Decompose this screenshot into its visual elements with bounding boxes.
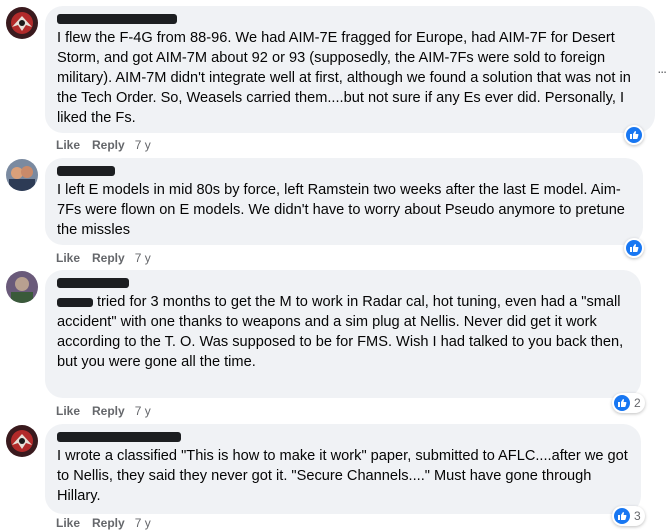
comment-actions: Like Reply 7 y bbox=[56, 251, 163, 265]
avatar-image bbox=[6, 159, 38, 191]
thumbs-up-icon bbox=[614, 395, 630, 411]
like-link[interactable]: Like bbox=[56, 404, 80, 418]
author-name-redacted[interactable] bbox=[57, 14, 177, 24]
avatar[interactable] bbox=[6, 159, 38, 191]
avatar-image bbox=[6, 7, 38, 39]
comment-text: I wrote a classified "This is how to mak… bbox=[57, 448, 628, 504]
reply-link[interactable]: Reply bbox=[92, 251, 125, 265]
like-link[interactable]: Like bbox=[56, 251, 80, 265]
reply-link[interactable]: Reply bbox=[92, 138, 125, 152]
comment-bubble: I left E models in mid 80s by force, lef… bbox=[45, 158, 643, 245]
reply-link[interactable]: Reply bbox=[92, 404, 125, 418]
avatar[interactable] bbox=[6, 271, 38, 303]
author-name-redacted[interactable] bbox=[57, 432, 181, 442]
reaction-badge[interactable] bbox=[624, 238, 644, 258]
author-name-redacted[interactable] bbox=[57, 278, 129, 288]
reaction-badge[interactable]: 3 bbox=[612, 506, 645, 526]
comment-text: I flew the F-4G from 88-96. We had AIM-7… bbox=[57, 30, 631, 126]
reaction-badge[interactable]: 2 bbox=[612, 393, 645, 413]
thumbs-up-icon bbox=[626, 240, 642, 256]
thumbs-up-icon bbox=[626, 127, 642, 143]
timestamp[interactable]: 7 y bbox=[135, 404, 151, 418]
avatar[interactable] bbox=[6, 7, 38, 39]
comment-text: I left E models in mid 80s by force, lef… bbox=[57, 182, 625, 238]
timestamp[interactable]: 7 y bbox=[135, 138, 151, 152]
reaction-badge[interactable] bbox=[624, 125, 644, 145]
reaction-count: 3 bbox=[634, 509, 641, 523]
comment-bubble: I wrote a classified "This is how to mak… bbox=[45, 424, 641, 514]
avatar-image bbox=[6, 425, 38, 457]
comment-actions: Like Reply 7 y bbox=[56, 138, 163, 152]
avatar-image bbox=[6, 271, 38, 303]
comment-bubble: tried for 3 months to get the M to work … bbox=[45, 270, 641, 398]
more-options-icon[interactable]: ... bbox=[657, 60, 667, 76]
timestamp[interactable]: 7 y bbox=[135, 251, 151, 265]
mention-redacted[interactable] bbox=[57, 297, 93, 307]
reaction-count: 2 bbox=[634, 396, 641, 410]
comment-actions: Like Reply 7 y bbox=[56, 404, 163, 418]
comment-bubble: I flew the F-4G from 88-96. We had AIM-7… bbox=[45, 6, 655, 133]
avatar[interactable] bbox=[6, 425, 38, 457]
thumbs-up-icon bbox=[614, 508, 630, 524]
like-link[interactable]: Like bbox=[56, 138, 80, 152]
author-name-redacted[interactable] bbox=[57, 166, 115, 176]
comment-text: tried for 3 months to get the M to work … bbox=[57, 294, 624, 370]
